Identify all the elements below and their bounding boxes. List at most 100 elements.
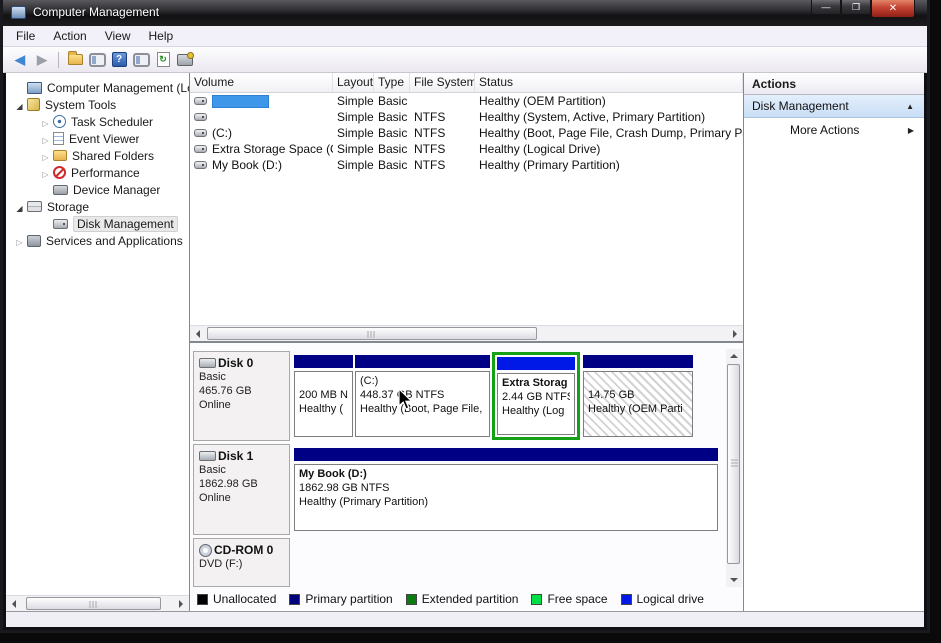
collapse-arrow-icon[interactable] <box>40 132 51 146</box>
expand-arrow-icon[interactable] <box>14 98 25 112</box>
minimize-button[interactable]: — <box>811 0 841 15</box>
tree-item-task-scheduler[interactable]: Task Scheduler <box>6 113 189 130</box>
performance-icon <box>53 166 66 179</box>
legend-logical-drive: Logical drive <box>621 592 704 606</box>
tree-item-event-viewer[interactable]: Event Viewer <box>6 130 189 147</box>
tree-item-device-manager[interactable]: Device Manager <box>6 181 189 198</box>
show-hide-console-tree-icon[interactable] <box>87 50 107 69</box>
help-icon[interactable]: ? <box>109 50 129 69</box>
actions-pane: Actions Disk Management ▲ More Actions ▶ <box>743 73 924 611</box>
collapse-arrow-icon[interactable]: ▲ <box>906 102 914 111</box>
tree-item-system-tools[interactable]: System Tools <box>6 96 189 113</box>
collapse-arrow-icon[interactable] <box>14 234 25 248</box>
system-tools-icon <box>27 98 40 111</box>
legend-free-space: Free space <box>531 592 607 606</box>
back-icon[interactable]: ◀ <box>10 50 30 69</box>
partition-my-book[interactable]: My Book (D:) 1862.98 GB NTFS Healthy (Pr… <box>294 448 718 531</box>
task-scheduler-icon <box>53 115 66 128</box>
table-row[interactable]: (C:) Simple Basic NTFS Healthy (Boot, Pa… <box>190 125 743 141</box>
actions-header: Actions <box>744 73 924 95</box>
legend-unallocated: Unallocated <box>197 592 276 606</box>
column-header-volume[interactable]: Volume <box>190 73 333 92</box>
partition-system[interactable]: 200 MB N Healthy ( <box>294 355 353 437</box>
app-icon <box>11 6 26 19</box>
submenu-arrow-icon: ▶ <box>908 126 914 135</box>
volume-table-header: Volume Layout Type File System Status <box>190 73 743 93</box>
computer-icon <box>27 82 42 94</box>
table-row[interactable]: Simple Basic Healthy (OEM Partition) <box>190 93 743 109</box>
table-row[interactable]: Extra Storage Space (Q:) Simple Basic NT… <box>190 141 743 157</box>
volume-icon <box>194 113 207 121</box>
scroll-up-icon[interactable] <box>726 349 742 363</box>
collapse-arrow-icon[interactable] <box>40 166 51 180</box>
partition-oem[interactable]: 14.75 GB Healthy (OEM Parti <box>583 355 693 437</box>
volume-icon <box>194 97 207 105</box>
scroll-left-icon[interactable] <box>190 327 206 341</box>
menu-view[interactable]: View <box>96 27 140 45</box>
column-header-type[interactable]: Type <box>374 73 410 92</box>
disk0-label[interactable]: Disk 0 Basic 465.76 GB Online <box>193 351 290 441</box>
table-row[interactable]: My Book (D:) Simple Basic NTFS Healthy (… <box>190 157 743 173</box>
close-button[interactable]: ✕ <box>871 0 915 18</box>
collapse-arrow-icon[interactable] <box>40 115 51 129</box>
volume-icon <box>194 145 207 153</box>
event-viewer-icon <box>53 132 64 145</box>
menu-help[interactable]: Help <box>140 27 183 45</box>
table-row[interactable]: Simple Basic NTFS Healthy (System, Activ… <box>190 109 743 125</box>
disk-icon <box>199 358 216 368</box>
disk1-label[interactable]: Disk 1 Basic 1862.98 GB Online <box>193 444 290 535</box>
volume-icon <box>194 161 207 169</box>
column-header-layout[interactable]: Layout <box>333 73 374 92</box>
tree-horizontal-scrollbar[interactable] <box>6 595 189 611</box>
menu-action[interactable]: Action <box>44 27 95 45</box>
scrollbar-thumb[interactable] <box>26 597 161 610</box>
maximize-button[interactable]: ❐ <box>841 0 871 15</box>
scroll-left-icon[interactable] <box>6 597 22 611</box>
free-space-color-swatch <box>531 594 542 605</box>
properties-pane-icon[interactable] <box>131 50 151 69</box>
column-header-status[interactable]: Status <box>475 73 743 92</box>
primary-partition-bar <box>294 355 353 368</box>
column-header-file-system[interactable]: File System <box>410 73 475 92</box>
toolbar-separator <box>58 52 59 68</box>
shared-folders-icon <box>53 150 67 161</box>
titlebar[interactable]: Computer Management — ❐ ✕ <box>3 0 927 26</box>
tree-item-disk-management[interactable]: Disk Management <box>6 215 189 232</box>
volume-icon <box>194 129 207 137</box>
scrollbar-thumb[interactable] <box>207 327 537 340</box>
scroll-right-icon[interactable] <box>173 597 189 611</box>
legend-extended-partition: Extended partition <box>406 592 519 606</box>
forward-icon[interactable]: ▶ <box>32 50 52 69</box>
tree-item-services-and-applications[interactable]: Services and Applications <box>6 232 189 249</box>
computer-management-window: Computer Management — ❐ ✕ File Action Vi… <box>0 0 930 633</box>
expand-arrow-icon[interactable] <box>14 200 25 214</box>
more-actions-item[interactable]: More Actions ▶ <box>744 118 924 142</box>
logical-drive-bar <box>497 357 575 370</box>
collapse-arrow-icon[interactable] <box>40 149 51 163</box>
primary-partition-bar <box>355 355 490 368</box>
rescan-disks-icon[interactable] <box>175 50 195 69</box>
actions-group-disk-management[interactable]: Disk Management ▲ <box>744 95 924 118</box>
scroll-down-icon[interactable] <box>726 573 742 587</box>
tree-item-storage[interactable]: Storage <box>6 198 189 215</box>
tree-item-performance[interactable]: Performance <box>6 164 189 181</box>
unallocated-color-swatch <box>197 594 208 605</box>
tree-item-shared-folders[interactable]: Shared Folders <box>6 147 189 164</box>
primary-partition-bar <box>583 355 693 368</box>
up-folder-icon[interactable] <box>65 50 85 69</box>
services-icon <box>27 235 41 247</box>
disk-pane-vertical-scrollbar[interactable] <box>726 349 742 587</box>
tree-item-computer-management[interactable]: Computer Management (Local <box>6 79 189 96</box>
scrollbar-thumb[interactable] <box>727 364 740 564</box>
refresh-icon[interactable]: ↻ <box>153 50 173 69</box>
volume-list-horizontal-scrollbar[interactable] <box>190 325 743 341</box>
scroll-right-icon[interactable] <box>727 327 743 341</box>
storage-icon <box>27 201 42 212</box>
partition-c-drive[interactable]: (C:) 448.37 GB NTFS Healthy (Boot, Page … <box>355 355 490 437</box>
menubar: File Action View Help <box>3 26 927 47</box>
menu-file[interactable]: File <box>7 27 44 45</box>
cdrom-label[interactable]: CD-ROM 0 DVD (F:) <box>193 538 290 587</box>
disk1-partitions: My Book (D:) 1862.98 GB NTFS Healthy (Pr… <box>292 444 721 535</box>
disk-icon <box>199 451 216 461</box>
partition-extra-storage-selected[interactable]: Extra Storag 2.44 GB NTFS Healthy (Log <box>492 352 580 440</box>
